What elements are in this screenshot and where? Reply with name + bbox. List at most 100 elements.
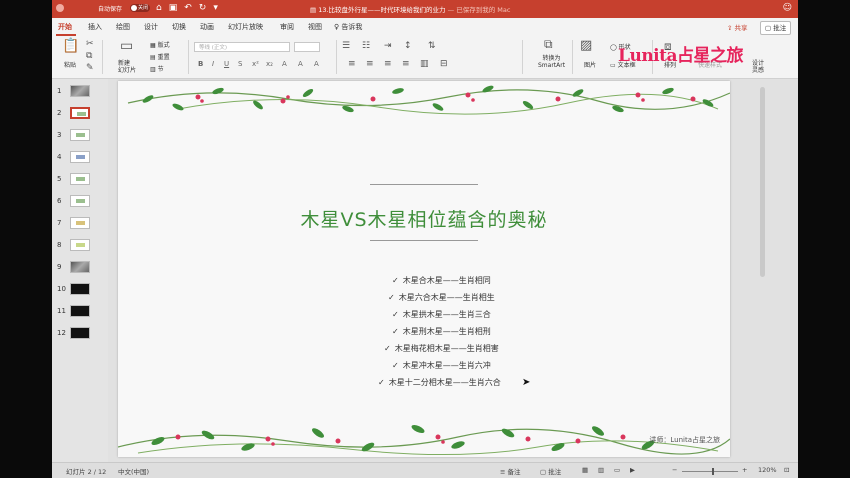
slide-sorter-icon[interactable]: ▥: [598, 466, 604, 474]
numbering-icon[interactable]: ☷: [362, 40, 370, 52]
strikethrough-icon[interactable]: S: [238, 60, 242, 68]
current-slide[interactable]: 木星VS木星相位蕴含的奥秘 ✓ 木星合木星——生肖相同 ✓ 木星六合木星——生肖相生…: [118, 81, 730, 457]
save-icon[interactable]: ▣: [169, 3, 178, 14]
thumbnail-image[interactable]: [70, 217, 90, 229]
thumbnail-image[interactable]: [70, 129, 90, 141]
tab-draw[interactable]: 绘图: [116, 22, 130, 32]
align-text-icon[interactable]: ⊟: [440, 58, 448, 70]
thumbnail-image[interactable]: [70, 283, 90, 295]
align-left-icon[interactable]: ≡: [348, 58, 356, 70]
smartart-icon[interactable]: ⧉: [544, 38, 553, 50]
new-slide-button-label[interactable]: 新建 幻灯片: [118, 60, 136, 74]
indent-icon[interactable]: ⇥: [384, 40, 392, 52]
thumbnail-slide-2[interactable]: 2: [52, 107, 108, 121]
tab-animations[interactable]: 动画: [200, 22, 214, 32]
tab-insert[interactable]: 插入: [88, 22, 102, 32]
redo-icon[interactable]: ↻: [199, 3, 207, 14]
vertical-scrollbar[interactable]: [760, 87, 766, 447]
thumbnail-slide-1[interactable]: 1: [52, 85, 108, 99]
bullets-icon[interactable]: ☰: [342, 40, 350, 52]
fit-to-window-icon[interactable]: ⊡: [784, 466, 789, 474]
thumbnail-slide-7[interactable]: 7: [52, 217, 108, 231]
justify-icon[interactable]: ≡: [402, 58, 410, 70]
language-indicator[interactable]: 中文(中国): [118, 466, 149, 476]
share-button[interactable]: ⇪ 共享: [724, 22, 751, 33]
normal-view-icon[interactable]: ▦: [582, 466, 588, 474]
home-icon[interactable]: ⌂: [156, 3, 162, 14]
saved-status: — 已保存到我的 Mac: [445, 6, 511, 14]
window-close-button[interactable]: [56, 4, 64, 12]
autosave-toggle[interactable]: 关闭: [130, 4, 150, 12]
thumbnail-image[interactable]: [70, 327, 90, 339]
section-button[interactable]: ▥ 节: [150, 64, 164, 73]
reading-view-icon[interactable]: ▭: [614, 466, 620, 474]
columns-icon[interactable]: ▥: [420, 58, 429, 70]
design-ideas-label[interactable]: 设计 灵感: [752, 60, 764, 74]
status-comments-button[interactable]: ▢ 批注: [540, 466, 561, 476]
paste-icon[interactable]: 📋: [62, 39, 79, 53]
font-name-select[interactable]: 等线 (正文): [194, 42, 290, 52]
layout-button[interactable]: ▦ 版式: [150, 40, 170, 49]
thumbnail-image[interactable]: [70, 305, 90, 317]
comment-icon: ▢: [765, 24, 774, 32]
thumbnail-slide-4[interactable]: 4: [52, 151, 108, 165]
align-right-icon[interactable]: ≡: [384, 58, 392, 70]
thumbnail-slide-10[interactable]: 10: [52, 283, 108, 297]
picture-label[interactable]: 图片: [584, 60, 596, 69]
line-spacing-icon[interactable]: ↕: [404, 40, 412, 52]
tab-home[interactable]: 开始: [58, 22, 72, 32]
tab-view[interactable]: 视图: [308, 22, 322, 32]
underline-icon[interactable]: U: [224, 60, 229, 68]
thumbnail-slide-6[interactable]: 6: [52, 195, 108, 209]
undo-icon[interactable]: ↶: [184, 3, 192, 14]
picture-icon[interactable]: ▨: [580, 39, 592, 52]
thumbnail-image[interactable]: [70, 151, 90, 163]
tab-design[interactable]: 设计: [144, 22, 158, 32]
zoom-slider-handle[interactable]: [712, 468, 714, 475]
thumbnail-slide-11[interactable]: 11: [52, 305, 108, 319]
comments-button[interactable]: ▢ 批注: [760, 21, 792, 35]
new-slide-icon[interactable]: ▭: [120, 39, 133, 53]
italic-icon[interactable]: I: [212, 60, 214, 68]
thumbnail-slide-3[interactable]: 3: [52, 129, 108, 143]
thumbnail-image[interactable]: [70, 261, 90, 273]
account-icon[interactable]: ☺: [783, 3, 792, 13]
slideshow-icon[interactable]: ▶: [630, 466, 635, 474]
slide-title[interactable]: 木星VS木星相位蕴含的奥秘: [118, 205, 730, 232]
bold-icon[interactable]: B: [198, 60, 203, 68]
clear-format-icon[interactable]: A: [314, 60, 319, 68]
thumbnail-image[interactable]: [70, 85, 90, 97]
tab-review[interactable]: 审阅: [280, 22, 294, 32]
format-painter-icon[interactable]: ✎: [86, 62, 94, 74]
thumbnail-image[interactable]: [70, 239, 90, 251]
cut-icon[interactable]: ✂: [86, 38, 94, 50]
zoom-level[interactable]: 120%: [758, 466, 777, 474]
reset-button[interactable]: ▤ 重置: [150, 52, 170, 61]
convert-smartart-label[interactable]: 转换为 SmartArt: [538, 55, 565, 69]
zoom-slider[interactable]: [682, 471, 738, 472]
zoom-in-icon[interactable]: +: [742, 466, 747, 474]
paste-button-label[interactable]: 粘贴: [64, 60, 76, 69]
superscript-icon[interactable]: x²: [252, 60, 259, 68]
font-color-icon[interactable]: A: [282, 60, 287, 68]
notes-button[interactable]: ≡ 备注: [500, 466, 521, 476]
copy-icon[interactable]: ⧉: [86, 50, 92, 62]
tab-transitions[interactable]: 切换: [172, 22, 186, 32]
tell-me-search[interactable]: ♀ 告诉我: [334, 22, 362, 32]
thumbnail-slide-9[interactable]: 9: [52, 261, 108, 275]
customize-icon[interactable]: ▾: [213, 3, 218, 14]
subscript-icon[interactable]: x₂: [266, 60, 273, 68]
thumbnail-slide-8[interactable]: 8: [52, 239, 108, 253]
thumbnail-image[interactable]: [70, 195, 90, 207]
thumbnail-image[interactable]: [70, 173, 90, 185]
text-direction-icon[interactable]: ⇅: [428, 40, 436, 52]
align-center-icon[interactable]: ≡: [366, 58, 374, 70]
thumbnail-slide-12[interactable]: 12: [52, 327, 108, 341]
font-size-select[interactable]: [294, 42, 320, 52]
scrollbar-thumb[interactable]: [760, 87, 765, 277]
highlight-icon[interactable]: A: [298, 60, 303, 68]
thumbnail-slide-5[interactable]: 5: [52, 173, 108, 187]
thumbnail-image[interactable]: [70, 107, 90, 119]
zoom-out-icon[interactable]: −: [672, 466, 677, 474]
tab-slideshow[interactable]: 幻灯片放映: [228, 22, 263, 32]
